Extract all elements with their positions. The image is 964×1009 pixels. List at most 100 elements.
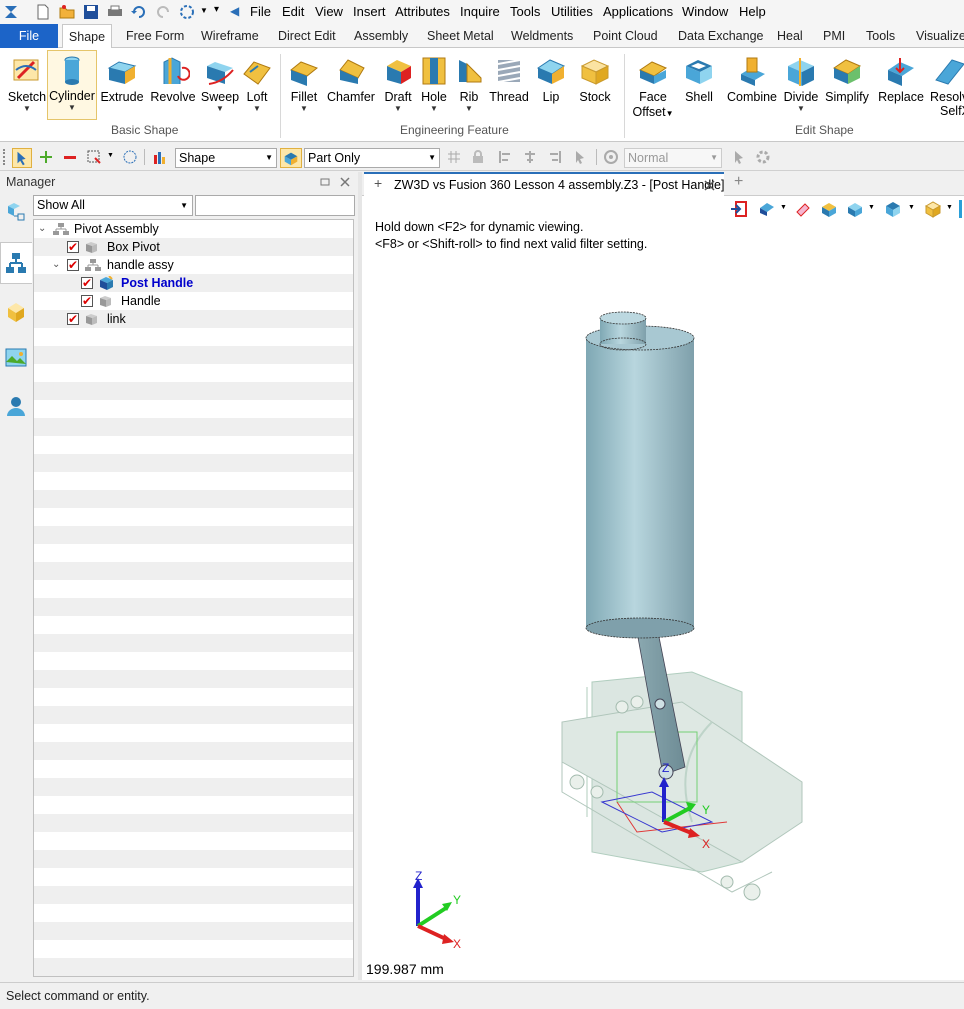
- cylinder-button[interactable]: Cylinder ▼: [47, 50, 97, 120]
- tab-shape[interactable]: Shape: [62, 24, 112, 49]
- visibility-checkbox[interactable]: [67, 256, 79, 274]
- tab-wireframe[interactable]: Wireframe: [199, 24, 261, 48]
- sweep-button[interactable]: Sweep ▼: [199, 52, 241, 120]
- graphics-viewport[interactable]: + ZW3D vs Fusion 360 Lesson 4 assembly.Z…: [362, 172, 964, 980]
- add-icon[interactable]: [38, 149, 54, 165]
- thread-button[interactable]: Thread: [488, 52, 530, 120]
- visibility-checkbox[interactable]: [67, 238, 79, 256]
- lasso-icon[interactable]: [122, 149, 138, 165]
- tree-row-handle[interactable]: Handle: [34, 292, 353, 310]
- customize-icon[interactable]: ▾: [214, 4, 219, 15]
- render-icon[interactable]: [603, 149, 619, 165]
- new-file-icon[interactable]: [34, 3, 52, 21]
- visibility-checkbox[interactable]: [67, 310, 79, 328]
- menu-inquire[interactable]: Inquire: [460, 4, 500, 19]
- chevron-down-icon[interactable]: ▼: [780, 204, 787, 211]
- close-icon[interactable]: [340, 177, 350, 187]
- menu-applications[interactable]: Applications: [603, 4, 673, 19]
- tab-heal[interactable]: Heal: [775, 24, 805, 48]
- shell-button[interactable]: Shell: [680, 52, 718, 120]
- resolve-selfx-button[interactable]: ResolvSelfX: [930, 52, 964, 120]
- remove-icon[interactable]: [62, 149, 78, 165]
- menu-insert[interactable]: Insert: [353, 4, 386, 19]
- tab-assembly[interactable]: Assembly: [352, 24, 410, 48]
- revolve-button[interactable]: Revolve: [150, 52, 196, 120]
- cursor-icon[interactable]: [572, 149, 588, 165]
- save-icon[interactable]: [82, 3, 100, 21]
- tree-row-pivot-assembly[interactable]: ⌄ Pivot Assembly: [34, 220, 353, 238]
- stock-button[interactable]: Stock: [574, 52, 616, 120]
- simplify-button[interactable]: Simplify: [823, 52, 871, 120]
- pick-filter-icon[interactable]: [12, 148, 32, 168]
- visibility-checkbox[interactable]: [81, 292, 93, 310]
- eraser-icon[interactable]: [794, 200, 812, 218]
- exit-icon[interactable]: [730, 200, 748, 218]
- tab-direct-edit[interactable]: Direct Edit: [276, 24, 338, 48]
- chamfer-button[interactable]: Chamfer: [327, 52, 375, 120]
- select-loop-icon[interactable]: [178, 3, 196, 21]
- align-left-icon[interactable]: [498, 149, 514, 165]
- redo-icon[interactable]: [154, 3, 172, 21]
- tab-pmi[interactable]: PMI: [821, 24, 847, 48]
- lock-icon[interactable]: [470, 149, 486, 165]
- menu-edit[interactable]: Edit: [282, 4, 304, 19]
- app-logo-icon[interactable]: [2, 3, 20, 21]
- display-mode-icon[interactable]: [846, 200, 864, 218]
- align-center-icon[interactable]: [522, 149, 538, 165]
- shaded-icon[interactable]: [820, 200, 838, 218]
- rib-button[interactable]: Rib ▼: [453, 52, 485, 120]
- tab-point-cloud[interactable]: Point Cloud: [591, 24, 660, 48]
- visibility-checkbox[interactable]: [81, 274, 93, 292]
- caret-left-icon[interactable]: ◀: [230, 4, 239, 18]
- tree-row-box-pivot[interactable]: Box Pivot: [34, 238, 353, 256]
- chevron-down-icon[interactable]: ▼: [200, 6, 208, 15]
- chevron-down-icon[interactable]: ⌄: [38, 220, 46, 238]
- chevron-down-icon[interactable]: ▼: [107, 152, 114, 159]
- render-mode-select[interactable]: Normal ▼: [624, 148, 722, 168]
- divide-button[interactable]: Divide ▼: [781, 52, 821, 120]
- new-tab-icon[interactable]: +: [734, 173, 743, 191]
- hole-button[interactable]: Hole ▼: [417, 52, 451, 120]
- search-input[interactable]: [195, 195, 355, 216]
- view-cube-icon[interactable]: [884, 200, 902, 218]
- close-icon[interactable]: [704, 180, 715, 191]
- scope-select[interactable]: Part Only ▼: [304, 148, 440, 168]
- menu-file[interactable]: File: [250, 4, 271, 19]
- lip-button[interactable]: Lip: [534, 52, 568, 120]
- tab-weldments[interactable]: Weldments: [509, 24, 575, 48]
- show-filter-select[interactable]: Show All ▼: [33, 195, 193, 216]
- undo-icon[interactable]: [130, 3, 148, 21]
- print-icon[interactable]: [106, 3, 124, 21]
- chevron-down-icon[interactable]: ⌄: [52, 256, 60, 274]
- loft-button[interactable]: Loft ▼: [240, 52, 274, 120]
- part-scope-icon[interactable]: [280, 148, 302, 168]
- tab-free-form[interactable]: Free Form: [124, 24, 186, 48]
- tab-sheet-metal[interactable]: Sheet Metal: [425, 24, 496, 48]
- pin-icon[interactable]: +: [374, 175, 382, 191]
- combine-button[interactable]: Combine: [724, 52, 780, 120]
- model-post-handle-assembly[interactable]: Z Y X: [542, 302, 962, 942]
- filter-type-select[interactable]: Shape ▼: [175, 148, 277, 168]
- tab-visualize[interactable]: Visualize: [914, 24, 964, 48]
- menu-window[interactable]: Window: [682, 4, 728, 19]
- settings-icon[interactable]: [755, 149, 771, 165]
- menu-utilities[interactable]: Utilities: [551, 4, 593, 19]
- tree-row-link[interactable]: link: [34, 310, 353, 328]
- menu-help[interactable]: Help: [739, 4, 766, 19]
- sketch-button[interactable]: Sketch ▼: [6, 52, 48, 120]
- align-right-icon[interactable]: [546, 149, 562, 165]
- tree-row-post-handle[interactable]: Post Handle: [34, 274, 353, 292]
- extrude-button[interactable]: Extrude: [100, 52, 144, 120]
- open-file-icon[interactable]: [58, 3, 76, 21]
- draft-button[interactable]: Draft ▼: [380, 52, 416, 120]
- tab-file[interactable]: File: [0, 24, 58, 48]
- chevron-down-icon[interactable]: ▼: [946, 204, 953, 211]
- box-select-icon[interactable]: [86, 149, 102, 165]
- chevron-down-icon[interactable]: ▼: [908, 204, 915, 211]
- tree-row-handle-assy[interactable]: ⌄ handle assy: [34, 256, 353, 274]
- splitter[interactable]: [358, 172, 362, 980]
- pin-icon[interactable]: [320, 177, 330, 187]
- view-orient-icon[interactable]: [758, 200, 776, 218]
- menu-tools[interactable]: Tools: [510, 4, 540, 19]
- fillet-button[interactable]: Fillet ▼: [284, 52, 324, 120]
